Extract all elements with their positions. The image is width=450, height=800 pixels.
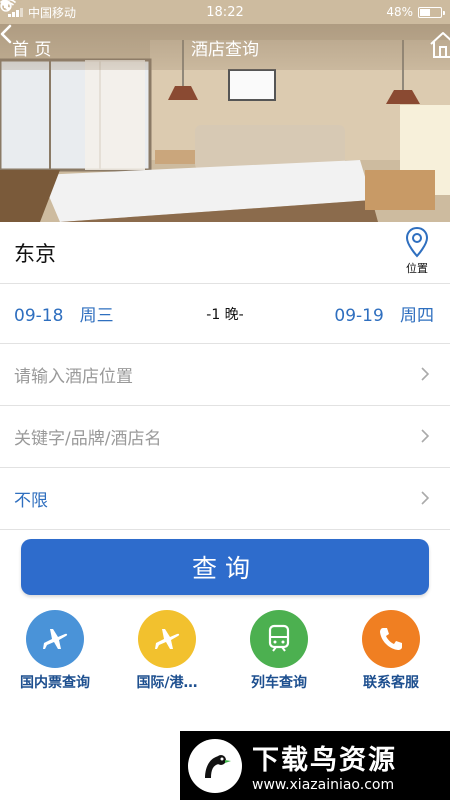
keyword-field[interactable]: 关键字/品牌/酒店名	[0, 406, 450, 468]
quick-links: 国内票查询 国际/港… 列车查询 联系客服	[0, 610, 450, 692]
city-name: 东京	[14, 241, 56, 266]
alarm-icon	[0, 1, 12, 12]
price-filter-value: 不限	[14, 491, 48, 511]
battery-percent: 48%	[386, 5, 413, 19]
watermark-url: www.xiazainiao.com	[252, 777, 395, 793]
page-title: 酒店查询	[191, 39, 259, 60]
back-button[interactable]: 首 页	[0, 24, 52, 60]
city-selector[interactable]: 东京 位置	[0, 222, 450, 284]
quick-link-label: 国际/港…	[136, 675, 198, 691]
check-out-day: 09-19	[334, 306, 384, 326]
keyword-placeholder: 关键字/品牌/酒店名	[14, 429, 162, 449]
plane-icon	[155, 629, 180, 649]
back-label: 首 页	[12, 39, 52, 60]
date-range-row: 09-18 周三 -1 晚- 09-19 周四	[0, 284, 450, 344]
quick-link-icon-circle	[362, 610, 420, 668]
status-bar: 中国移动 18:22 48%	[0, 0, 450, 24]
nav-bar: 首 页 酒店查询	[0, 24, 450, 70]
check-in-date[interactable]: 09-18 周三	[14, 301, 114, 326]
chevron-right-icon	[421, 491, 430, 505]
map-pin-icon	[405, 226, 429, 258]
quick-link-icon-circle	[138, 610, 196, 668]
quick-link-icon-circle	[250, 610, 308, 668]
phone-icon	[380, 628, 402, 650]
chevron-right-icon	[421, 429, 430, 443]
location-button[interactable]: 位置	[402, 226, 432, 276]
check-out-weekday: 周四	[400, 306, 434, 326]
query-button[interactable]: 查询	[21, 539, 429, 595]
quick-link-label: 列车查询	[251, 675, 307, 691]
check-out-date[interactable]: 09-19 周四	[334, 301, 434, 326]
carrier-name: 中国移动	[28, 5, 77, 20]
watermark-title: 下载鸟资源	[252, 745, 397, 776]
quick-link-international-flights[interactable]: 国际/港…	[112, 610, 222, 692]
hotel-banner: 中国移动 18:22 48% 首 页 酒店查询	[0, 0, 450, 222]
plane-icon	[43, 629, 68, 649]
chevron-left-icon	[0, 24, 12, 44]
watermark-banner: 下载鸟资源 www.xiazainiao.com	[180, 731, 450, 800]
check-in-weekday: 周三	[79, 306, 114, 326]
battery-icon	[418, 6, 445, 18]
location-label: 位置	[406, 262, 428, 275]
quick-link-label: 国内票查询	[20, 675, 90, 691]
price-filter-field[interactable]: 不限	[0, 468, 450, 530]
quick-link-icon-circle	[26, 610, 84, 668]
check-in-day: 09-18	[14, 306, 64, 326]
quick-link-customer-service[interactable]: 联系客服	[336, 610, 446, 692]
chevron-right-icon	[421, 367, 430, 381]
hotel-location-field[interactable]: 请输入酒店位置	[0, 344, 450, 406]
bird-logo-icon	[188, 738, 242, 793]
hotel-location-placeholder: 请输入酒店位置	[14, 367, 133, 387]
quick-link-train[interactable]: 列车查询	[224, 610, 334, 692]
train-icon	[268, 624, 290, 652]
quick-link-domestic-flights[interactable]: 国内票查询	[0, 610, 110, 692]
quick-link-label: 联系客服	[363, 675, 419, 691]
home-icon	[430, 32, 450, 58]
